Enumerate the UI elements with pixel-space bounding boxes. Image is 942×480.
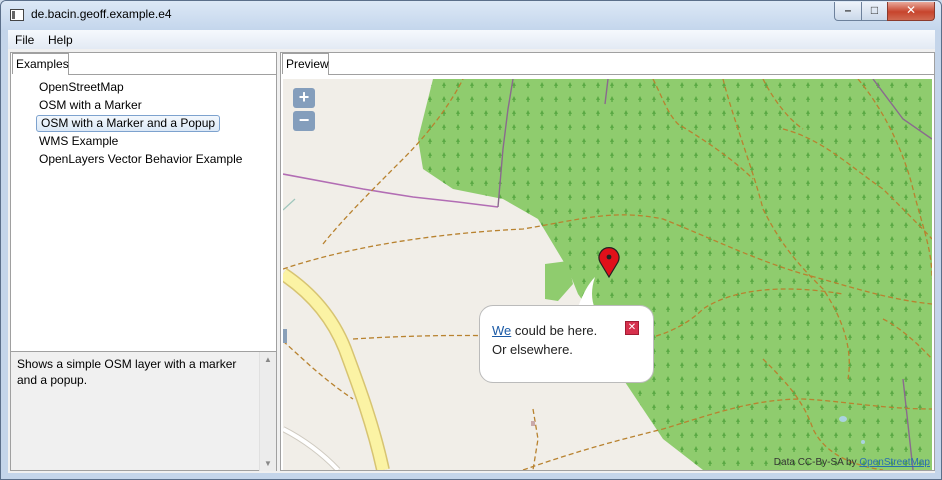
tree-item-openlayers-vector[interactable]: OpenLayers Vector Behavior Example <box>36 151 245 168</box>
tab-divider <box>68 74 276 75</box>
building <box>531 421 535 426</box>
workbench-content: Examples OpenStreetMap OSM with a Marker… <box>8 49 935 473</box>
tree-item-openstreetmap[interactable]: OpenStreetMap <box>36 79 127 96</box>
zoom-out-button[interactable]: − <box>293 111 315 131</box>
tree-item-wms-example[interactable]: WMS Example <box>36 133 121 150</box>
maximize-button[interactable]: □ <box>861 2 888 21</box>
tab-examples[interactable]: Examples <box>12 53 69 74</box>
popup-line1: could be here. <box>511 323 598 338</box>
popup-line2: Or elsewhere. <box>492 342 573 357</box>
pond <box>839 416 847 422</box>
popup-link[interactable]: We <box>492 323 511 338</box>
tree-item-osm-marker-popup[interactable]: OSM with a Marker and a Popup <box>36 115 221 132</box>
description-area: Shows a simple OSM layer with a marker a… <box>11 351 276 471</box>
close-button[interactable]: ✕ <box>887 2 935 21</box>
attribution-text: Data CC-By-SA by <box>773 457 860 468</box>
example-description: Shows a simple OSM layer with a marker a… <box>17 357 237 387</box>
menu-help[interactable]: Help <box>48 33 73 47</box>
minimize-button[interactable]: – <box>834 2 862 21</box>
app-window-icon <box>10 9 24 21</box>
maximize-icon: □ <box>870 3 879 17</box>
popup-content: We could be here. Or elsewhere. <box>492 321 597 359</box>
preview-panel: Preview + − We could be here. Or elsewhe… <box>280 52 935 471</box>
window-title: de.bacin.geoff.example.e4 <box>31 7 172 21</box>
tab-preview[interactable]: Preview <box>282 53 329 74</box>
menu-file[interactable]: File <box>15 33 34 47</box>
scroll-up-icon[interactable]: ▲ <box>264 355 272 364</box>
description-scrollbar[interactable]: ▲ ▼ <box>259 352 276 471</box>
popup-close-icon[interactable]: ✕ <box>625 321 639 335</box>
tab-divider <box>328 74 934 75</box>
close-icon: ✕ <box>905 3 917 17</box>
attribution-link[interactable]: OpenStreetMap <box>859 457 930 468</box>
map-tiles <box>283 79 932 470</box>
app-window: de.bacin.geoff.example.e4 – □ ✕ File Hel… <box>0 0 942 480</box>
map-attribution: Data CC-By-SA by OpenStreetMap <box>774 457 930 468</box>
title-bar: de.bacin.geoff.example.e4 – □ ✕ <box>1 1 941 30</box>
minimize-icon: – <box>844 3 852 17</box>
tree-item-osm-marker[interactable]: OSM with a Marker <box>36 97 145 114</box>
scroll-down-icon[interactable]: ▼ <box>264 459 272 468</box>
zoom-in-button[interactable]: + <box>293 88 315 108</box>
examples-panel: Examples OpenStreetMap OSM with a Marker… <box>10 52 277 471</box>
map-popup: We could be here. Or elsewhere. ✕ <box>479 305 654 383</box>
menu-bar: File Help <box>8 30 935 49</box>
map-view[interactable]: + − We could be here. Or elsewhere. ✕ Da… <box>283 79 932 470</box>
